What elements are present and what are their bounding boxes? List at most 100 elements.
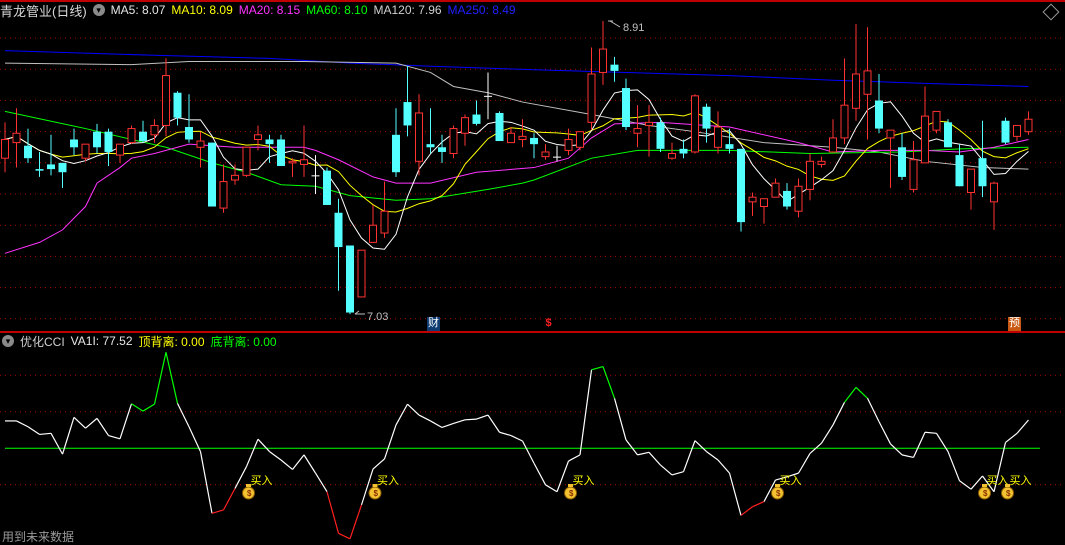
candle-body [104,131,113,152]
candle-body [265,139,274,145]
buy-signal: $ 买入 [242,474,273,500]
candle-body [656,122,665,149]
cci-segment [360,468,374,506]
cci-header: ▾ 优化CCI VA1I: 77.52 顶背离: 0.00 底背离: 0.00 [0,332,283,350]
finance-marker[interactable]: 财 [427,317,440,331]
candle [208,142,216,207]
stock-chart[interactable]: 8.91 7.03 $买入$买入$买入$买入$买入$买入 [0,0,1065,544]
ma60-label: MA60: 8.10 [306,3,368,17]
high-price-label: 8.91 [623,22,644,34]
candle [93,123,101,154]
cci-segment [222,488,236,511]
cci-segment [637,451,650,456]
ma250-label: MA250: 8.49 [447,3,516,17]
candle-body [852,73,860,109]
candle [438,134,446,163]
candlesticks[interactable] [1,21,1033,315]
buy-signal: $ 买入 [771,474,802,500]
candle-body [392,134,400,173]
cci-segment [16,420,29,428]
candle [196,131,205,168]
buy-label: 买入 [377,474,399,487]
chevron-down-icon[interactable]: ▾ [92,4,105,16]
money-bag-symbol: $ [983,489,988,498]
candle-body [81,143,90,159]
ma250-line [4,50,1029,87]
money-bag-symbol: $ [776,489,781,498]
candle-body [541,151,550,158]
ma10-line [4,111,1029,213]
ma120-line [4,61,1029,170]
candle [875,74,883,134]
candle [104,128,113,166]
candle-body [530,137,538,145]
cci-segment [464,418,477,421]
stock-title: 青龙管业(日线) [0,3,87,19]
candle-body [1,138,9,159]
candle-body [564,138,573,151]
candle [817,156,826,168]
main-gridlines [0,37,1065,320]
candle-body [576,131,584,148]
cci-segment [165,352,179,404]
forecast-marker[interactable]: 预 [1008,317,1021,331]
cci-segment [706,451,719,461]
ma60-line [4,110,1029,201]
cci-segment [556,460,570,492]
candle [714,111,722,154]
candle [35,151,44,177]
candle-body [196,140,205,148]
cci-segment [740,506,753,516]
candle-body [829,137,837,153]
dollar-marker[interactable]: $ [542,317,555,331]
cci-segment [326,491,340,534]
candle-body [277,139,285,166]
cci-segment [671,471,684,476]
candle-body [380,210,389,234]
moving-average-lines [4,50,1029,254]
candle [231,164,239,185]
money-bag-symbol: $ [247,489,252,498]
candle-body [242,146,251,176]
candle [288,158,297,177]
buy-signal: $ 买入 [368,474,399,500]
candle [852,24,860,121]
ma120-label: MA120: 7.96 [373,3,442,17]
cci-segment [153,352,167,405]
candle-body [116,143,124,156]
cci-segment [142,403,155,412]
candle [70,128,78,156]
cci-segment [269,451,282,461]
candle-body [139,131,147,142]
candle [691,94,699,154]
candle-body [771,182,780,198]
cci-segment [901,454,914,459]
cci-segment [694,440,707,453]
candle-body [461,117,469,134]
candle [771,178,780,198]
chevron-down-icon[interactable]: ▾ [2,335,14,347]
candle-body [1001,120,1010,143]
cci-segment [752,501,765,508]
ma20-label: MA20: 8.15 [238,3,301,17]
cci-segment [797,453,811,474]
candle-body [817,160,826,165]
cci-segment [303,454,317,474]
cci-segment [959,480,972,490]
candle-body [725,144,734,149]
va1i-value: VA1I: 77.52 [70,334,133,348]
cci-segment [407,403,420,416]
candle [806,153,814,201]
buy-signal: $ 买入 [564,474,595,500]
candle-body [944,122,952,148]
ma20-line [4,121,1029,254]
candle [679,139,688,159]
candle [909,141,918,193]
candle [829,119,837,153]
candle [748,192,757,216]
candle [1001,117,1010,145]
cci-segment [866,398,880,422]
cci-segment [383,424,397,460]
candle-body [369,224,377,243]
candle [737,148,745,232]
